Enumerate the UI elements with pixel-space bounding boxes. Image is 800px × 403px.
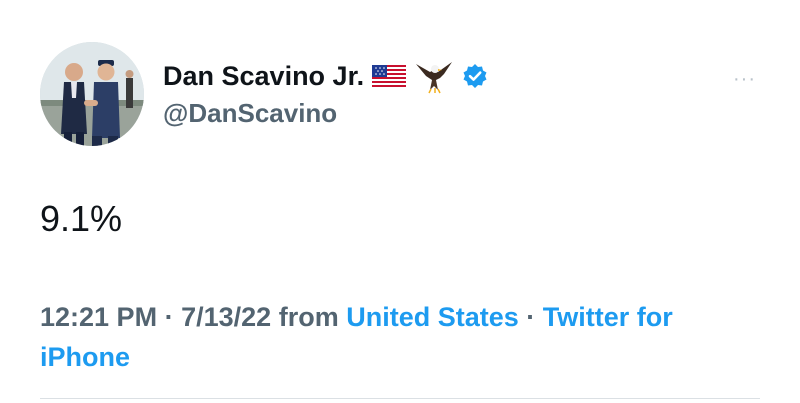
tweet-date[interactable]: 7/13/22 (181, 302, 271, 332)
tweet-time[interactable]: 12:21 PM (40, 302, 157, 332)
avatar-photo (40, 42, 144, 146)
tweet-metadata: 12:21 PM · 7/13/22 from United States · … (40, 297, 740, 377)
meta-separator: · (164, 302, 174, 332)
author-avatar[interactable] (40, 42, 144, 146)
author-name-row[interactable]: Dan Scavino Jr. (163, 56, 488, 96)
meta-separator: · (526, 302, 536, 332)
more-options-button[interactable]: ··· (733, 68, 756, 91)
eagle-icon (414, 58, 454, 94)
verified-badge-icon (462, 63, 488, 89)
author-display-name[interactable]: Dan Scavino Jr. (163, 61, 364, 92)
us-flag-icon (372, 65, 407, 87)
divider (40, 398, 760, 399)
from-label: from (278, 302, 339, 332)
tweet-text: 9.1% (40, 198, 123, 239)
author-handle[interactable]: @DanScavino (163, 98, 337, 129)
tweet-location-link[interactable]: United States (346, 302, 519, 332)
